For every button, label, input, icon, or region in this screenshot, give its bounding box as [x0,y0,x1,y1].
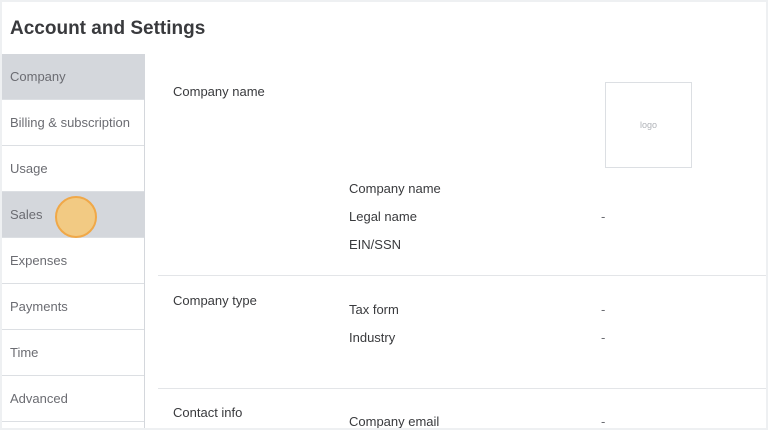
field-label-ein-ssn: EIN/SSN [349,237,402,252]
section-title-contact-info: Contact info [173,405,243,420]
field-label-company-name: Company name [349,181,441,196]
settings-sidebar: Company Billing & subscription Usage Sal… [2,54,145,428]
logo-placeholder-text: logo [639,120,657,130]
sidebar-item-payments[interactable]: Payments [2,284,144,330]
page-title: Account and Settings [10,18,206,39]
sidebar-item-company[interactable]: Company [2,54,144,100]
field-label-tax-form: Tax form [349,302,399,317]
contact-info-section[interactable]: Contact info Company email - [158,389,766,428]
sidebar-item-usage[interactable]: Usage [2,146,144,192]
company-settings-content: Company name logo Company name Legal nam… [158,54,766,428]
company-name-section[interactable]: Company name logo Company name Legal nam… [158,54,766,276]
field-value-industry: - [601,330,606,345]
company-type-section[interactable]: Company type Tax form - Industry - [158,276,766,389]
field-value-legal-name: - [601,209,606,224]
sidebar-item-expenses[interactable]: Expenses [2,238,144,284]
field-label-industry: Industry [349,330,396,345]
sidebar-item-billing-subscription[interactable]: Billing & subscription [2,100,144,146]
company-logo-upload[interactable]: logo [605,82,692,168]
section-title-company-name: Company name [173,84,265,99]
sidebar-item-advanced[interactable]: Advanced [2,376,144,422]
field-value-tax-form: - [601,302,606,317]
section-title-company-type: Company type [173,293,257,308]
click-indicator [55,196,97,238]
field-label-company-email: Company email [349,414,440,428]
settings-window: Account and Settings Company Billing & s… [2,2,766,428]
sidebar-item-time[interactable]: Time [2,330,144,376]
field-value-company-email: - [601,414,606,428]
field-label-legal-name: Legal name [349,209,417,224]
